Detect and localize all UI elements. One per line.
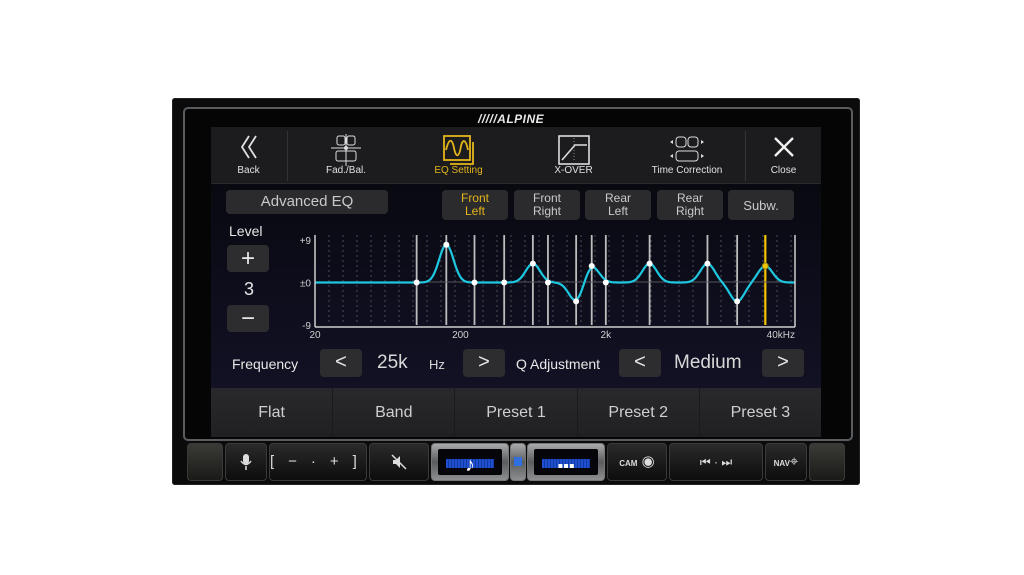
hw-nav-button[interactable]: NAV⌖ xyxy=(765,443,807,481)
hw-camera-button[interactable]: CAM ◉ xyxy=(607,443,667,481)
hw-left-square-button[interactable] xyxy=(187,443,223,481)
music-note-icon: ♪ xyxy=(465,454,475,476)
band-point[interactable] xyxy=(573,298,580,305)
q-prev-button[interactable]: < xyxy=(619,349,661,377)
hw-mute-button[interactable] xyxy=(369,443,429,481)
prev-next-track-icons: ⏮ · ⏭ xyxy=(699,455,733,469)
hw-volume-rocker[interactable]: [−·+] xyxy=(269,443,367,481)
eq-screen: Back Fad./Bal. EQ Setting X-OVER Time Co… xyxy=(211,127,821,437)
preset-flat[interactable]: Flat xyxy=(211,388,334,437)
hw-audio-button[interactable]: ♪ xyxy=(431,443,509,481)
frequency-next-button[interactable]: > xyxy=(463,349,505,377)
preset-1[interactable]: Preset 1 xyxy=(455,388,578,437)
band-point[interactable] xyxy=(761,262,769,270)
hw-menu-button[interactable]: ▪▪▪ xyxy=(527,443,605,481)
brand-logo: /////ALPINE xyxy=(478,112,545,126)
band-point[interactable] xyxy=(501,279,508,286)
band-point[interactable] xyxy=(544,279,551,286)
eq-curve xyxy=(315,243,795,303)
frequency-unit: Hz xyxy=(429,357,445,372)
frequency-label: Frequency xyxy=(232,356,299,372)
frequency-prev-button[interactable]: < xyxy=(320,349,362,377)
frequency-value: 25k xyxy=(377,352,408,373)
x-tick-label: 2k xyxy=(601,330,613,341)
band-point[interactable] xyxy=(529,260,536,267)
x-tick-label: 20 xyxy=(309,330,321,341)
hw-track-rocker[interactable]: ⏮ · ⏭ xyxy=(669,443,763,481)
y-tick-label: ±0 xyxy=(300,279,311,290)
band-point[interactable] xyxy=(413,279,420,286)
band-point[interactable] xyxy=(734,298,741,305)
band-point[interactable] xyxy=(646,260,653,267)
q-next-button[interactable]: > xyxy=(762,349,804,377)
y-tick-label: +9 xyxy=(300,236,312,247)
q-value: Medium xyxy=(674,352,742,373)
preset-2[interactable]: Preset 2 xyxy=(577,388,700,437)
preset-band[interactable]: Band xyxy=(333,388,456,437)
band-point[interactable] xyxy=(443,241,450,248)
x-tick-label: 40kHz xyxy=(767,330,795,341)
camera-icon: ◉ xyxy=(641,453,655,470)
hw-center-indicator xyxy=(510,443,526,481)
x-tick-label: 200 xyxy=(452,330,469,341)
mute-icon xyxy=(391,454,407,470)
band-point[interactable] xyxy=(704,260,711,267)
q-adjustment-label: Q Adjustment xyxy=(516,356,601,372)
microphone-icon xyxy=(240,454,252,471)
preset-bar: Flat Band Preset 1 Preset 2 Preset 3 xyxy=(211,388,821,437)
preset-3[interactable]: Preset 3 xyxy=(699,388,821,437)
band-point[interactable] xyxy=(588,262,595,269)
band-point[interactable] xyxy=(602,279,609,286)
eq-graph[interactable]: +9±0-920 200 2k 40kHz xyxy=(211,127,821,347)
map-pin-icon: ⌖ xyxy=(789,453,799,470)
grid-menu-icon: ▪▪▪ xyxy=(557,458,575,475)
frequency-q-row: Frequency < 25k Hz > Q Adjustment < Medi… xyxy=(211,349,821,379)
hardware-button-bar: [−·+] ♪ ▪▪▪ CAM ◉ ⏮ · ⏭ NAV⌖ xyxy=(183,441,849,481)
hw-voice-button[interactable] xyxy=(225,443,267,481)
hw-right-square-button[interactable] xyxy=(809,443,845,481)
band-point[interactable] xyxy=(471,279,478,286)
